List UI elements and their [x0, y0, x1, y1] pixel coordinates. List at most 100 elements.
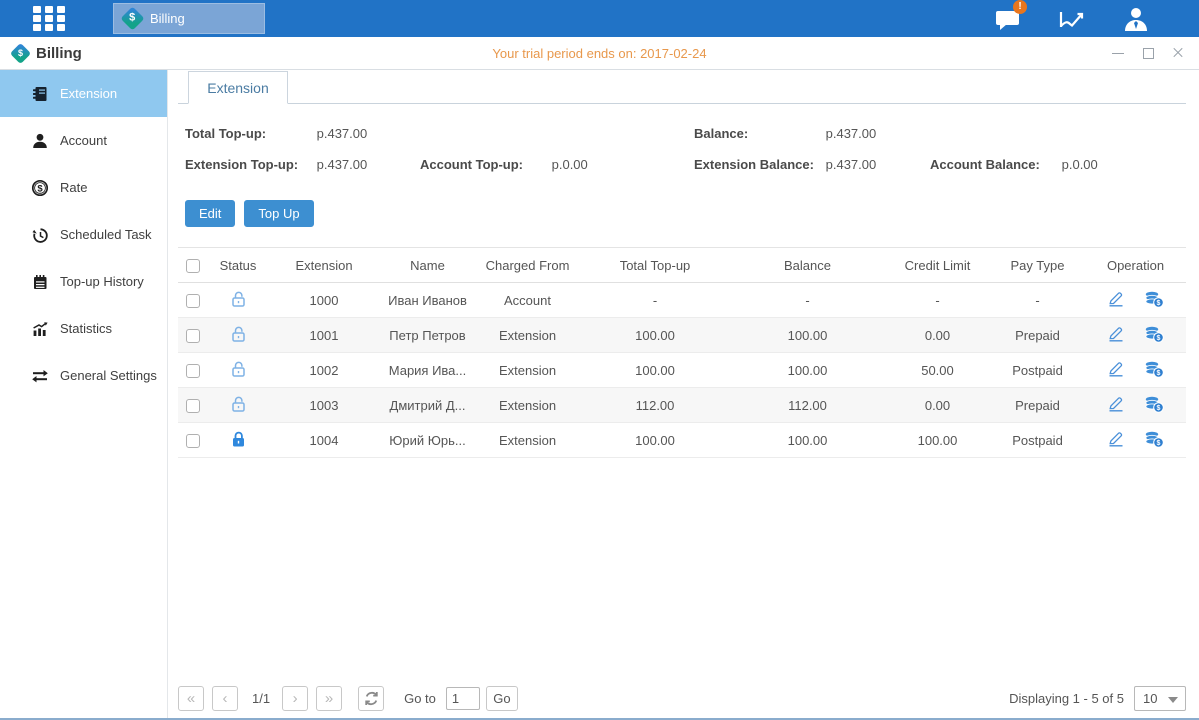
row-checkbox[interactable]: [186, 399, 200, 413]
extension-cell: 1002: [268, 353, 380, 388]
extension-cell: 1000: [268, 283, 380, 318]
row-checkbox[interactable]: [186, 329, 200, 343]
edit-icon[interactable]: [1107, 325, 1125, 345]
page-size-value: 10: [1143, 691, 1157, 706]
extension-topup-label: Extension Top-up:: [185, 157, 313, 172]
top-up-icon[interactable]: $: [1144, 360, 1164, 381]
pay-type-cell: Prepaid: [990, 388, 1085, 423]
goto-page-input[interactable]: [446, 687, 480, 710]
total-topup-cell: 100.00: [580, 318, 730, 353]
refresh-icon[interactable]: [358, 686, 384, 711]
messages-icon[interactable]: !: [993, 6, 1023, 32]
window-titlebar: $ Billing Your trial period ends on: 201…: [0, 37, 1199, 70]
person-icon: [31, 132, 49, 150]
window-title: Billing: [36, 45, 82, 62]
pay-type-cell: Postpaid: [990, 353, 1085, 388]
edit-icon[interactable]: [1107, 395, 1125, 415]
table-row[interactable]: 1001 Петр Петров Extension 100.00 100.00…: [178, 318, 1186, 353]
top-up-icon[interactable]: $: [1144, 325, 1164, 346]
app-launcher-grid-icon[interactable]: [33, 6, 73, 32]
sidebar-item-topup-history[interactable]: Top-up History: [0, 258, 167, 305]
status-lock-icon: [230, 366, 247, 381]
balance-cell: -: [730, 283, 885, 318]
svg-text:$: $: [1157, 370, 1161, 377]
billing-dollar-diamond-icon: $: [120, 6, 144, 30]
next-page-button[interactable]: ›: [282, 686, 308, 711]
sidebar-item-scheduled-task[interactable]: Scheduled Task: [0, 211, 167, 258]
edit-button[interactable]: Edit: [185, 200, 235, 227]
first-page-button[interactable]: «: [178, 686, 204, 711]
extension-cell: 1001: [268, 318, 380, 353]
top-up-icon[interactable]: $: [1144, 430, 1164, 451]
status-lock-icon: [230, 401, 247, 416]
balance-cell: 100.00: [730, 353, 885, 388]
sidebar-item-label: Statistics: [60, 321, 112, 336]
pay-type-cell: Postpaid: [990, 423, 1085, 458]
total-topup-label: Total Top-up:: [185, 126, 313, 141]
sidebar-item-rate[interactable]: $ Rate: [0, 164, 167, 211]
total-topup-cell: 100.00: [580, 353, 730, 388]
go-button[interactable]: Go: [486, 686, 518, 711]
select-all-checkbox[interactable]: [186, 259, 200, 273]
page-size-select[interactable]: 10: [1134, 686, 1186, 711]
charged-from-cell: Account: [475, 283, 580, 318]
top-up-button[interactable]: Top Up: [244, 200, 313, 227]
row-checkbox[interactable]: [186, 294, 200, 308]
charged-from-cell: Extension: [475, 353, 580, 388]
svg-text:$: $: [1157, 405, 1161, 412]
tab-extension[interactable]: Extension: [188, 71, 288, 104]
user-account-icon[interactable]: [1121, 6, 1151, 32]
total-topup-cell: 100.00: [580, 423, 730, 458]
sidebar: Extension Account $ Rate: [0, 70, 168, 718]
col-balance: Balance: [730, 248, 885, 283]
chevron-down-icon: [1168, 697, 1178, 703]
minimize-icon[interactable]: [1111, 46, 1125, 60]
sidebar-item-account[interactable]: Account: [0, 117, 167, 164]
col-pay-type: Pay Type: [990, 248, 1085, 283]
dollar-circle-icon: $: [31, 179, 49, 197]
svg-text:$: $: [1157, 300, 1161, 307]
sidebar-item-statistics[interactable]: Statistics: [0, 305, 167, 352]
table-row[interactable]: 1002 Мария Ива... Extension 100.00 100.0…: [178, 353, 1186, 388]
table-row[interactable]: 1004 Юрий Юрь... Extension 100.00 100.00…: [178, 423, 1186, 458]
account-balance-label: Account Balance:: [930, 157, 1058, 172]
billing-app-window: $ Billing !: [0, 0, 1199, 720]
svg-text:$: $: [1157, 335, 1161, 342]
table-header-row: Status Extension Name Charged From Total…: [178, 248, 1186, 283]
col-extension: Extension: [268, 248, 380, 283]
taskbar-tab-billing[interactable]: $ Billing: [113, 3, 265, 34]
name-cell: Юрий Юрь...: [380, 423, 475, 458]
total-topup-value: p.437.00: [317, 126, 368, 141]
reports-chart-icon[interactable]: [1057, 6, 1087, 32]
col-operation: Operation: [1085, 248, 1186, 283]
sidebar-item-extension[interactable]: Extension: [0, 70, 167, 117]
sidebar-item-label: Account: [60, 133, 107, 148]
close-icon[interactable]: [1171, 46, 1185, 60]
maximize-icon[interactable]: [1141, 46, 1155, 60]
name-cell: Мария Ива...: [380, 353, 475, 388]
unlocked-icon: [230, 395, 247, 413]
edit-icon[interactable]: [1107, 290, 1125, 310]
edit-icon[interactable]: [1107, 430, 1125, 450]
table-row[interactable]: 1003 Дмитрий Д... Extension 112.00 112.0…: [178, 388, 1186, 423]
name-cell: Дмитрий Д...: [380, 388, 475, 423]
pay-type-cell: -: [990, 283, 1085, 318]
edit-icon[interactable]: [1107, 360, 1125, 380]
name-cell: Петр Петров: [380, 318, 475, 353]
col-total-topup: Total Top-up: [580, 248, 730, 283]
extension-cell: 1004: [268, 423, 380, 458]
account-topup-label: Account Top-up:: [420, 157, 548, 172]
stats-icon: [31, 320, 49, 338]
top-up-icon[interactable]: $: [1144, 290, 1164, 311]
sidebar-item-label: General Settings: [60, 368, 157, 383]
table-row[interactable]: 1000 Иван Иванов Account - - - -: [178, 283, 1186, 318]
last-page-button[interactable]: »: [316, 686, 342, 711]
extension-table-body: 1000 Иван Иванов Account - - - -: [178, 283, 1186, 458]
row-checkbox[interactable]: [186, 364, 200, 378]
charged-from-cell: Extension: [475, 423, 580, 458]
top-up-icon[interactable]: $: [1144, 395, 1164, 416]
sidebar-item-general-settings[interactable]: General Settings: [0, 352, 167, 399]
prev-page-button[interactable]: ‹: [212, 686, 238, 711]
row-checkbox[interactable]: [186, 434, 200, 448]
main-panel: Extension Total Top-up: p.437.00 Balance…: [168, 70, 1199, 718]
